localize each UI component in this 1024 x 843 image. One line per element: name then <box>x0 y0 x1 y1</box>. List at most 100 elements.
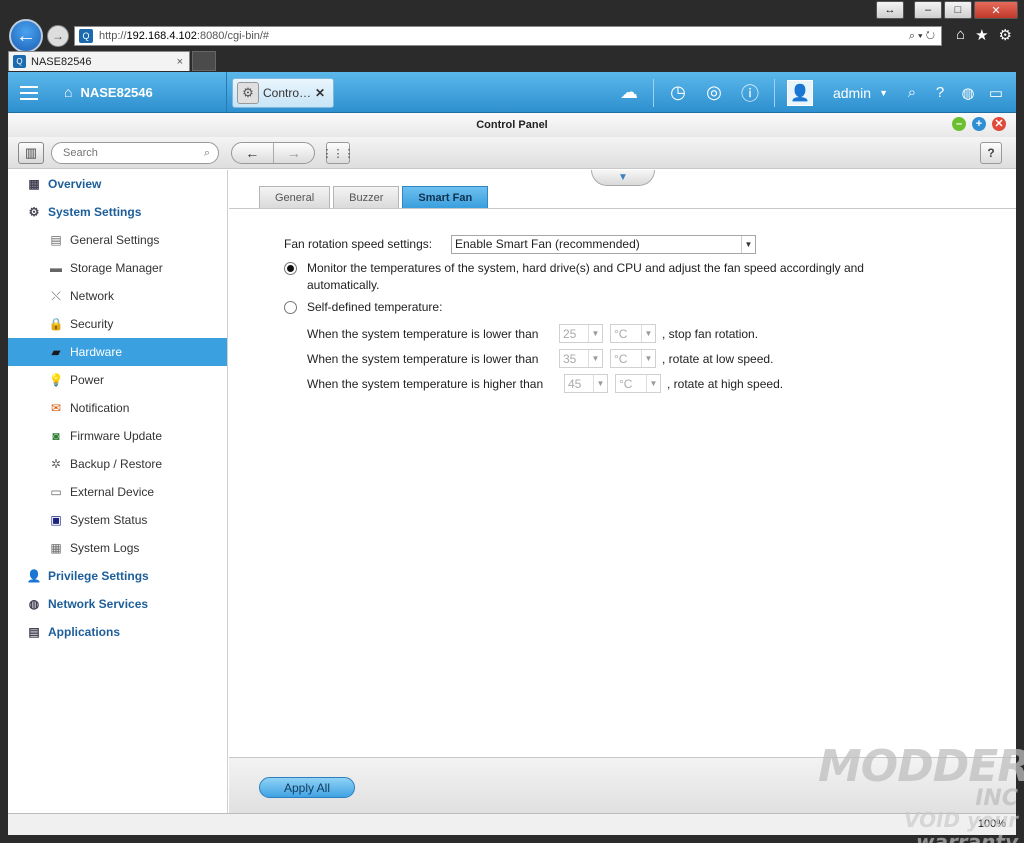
search-icon[interactable]: ⌕ <box>204 147 210 160</box>
sidebar-item-external-device[interactable]: ▭ External Device <box>8 478 227 506</box>
rule2-temp-value: 35 <box>563 351 577 366</box>
user-menu-chevron-icon[interactable]: ▼ <box>879 88 888 98</box>
rule1-temp-select[interactable]: 25 ▼ <box>559 324 603 343</box>
window-minimize-button[interactable]: – <box>952 117 966 131</box>
rule3-temp-select[interactable]: 45 ▼ <box>564 374 608 393</box>
hardware-board-icon: ▰ <box>51 345 61 359</box>
external-device-icon[interactable]: ◎ <box>696 82 732 103</box>
sidebar-item-storage-manager[interactable]: ▬ Storage Manager <box>8 254 227 282</box>
firmware-icon: ◙ <box>52 429 60 443</box>
back-button[interactable]: ← <box>232 143 273 163</box>
rule1-action: , stop fan rotation. <box>662 326 759 341</box>
forward-button[interactable]: → <box>272 143 315 163</box>
close-window-button[interactable]: ✕ <box>974 1 1018 19</box>
fan-speed-select[interactable]: Enable Smart Fan (recommended) ▼ <box>451 234 756 254</box>
maximize-button[interactable]: □ <box>944 1 972 19</box>
search-input[interactable] <box>63 147 189 159</box>
rule2-temp-select[interactable]: 35 ▼ <box>559 349 603 368</box>
search-box[interactable]: ⌕ <box>51 142 219 164</box>
sidebar-item-power[interactable]: 💡 Power <box>8 366 227 394</box>
new-tab-button[interactable] <box>192 51 216 71</box>
language-globe-icon[interactable]: ◍ <box>954 84 982 102</box>
favorites-star-icon[interactable]: ★ <box>975 26 988 44</box>
background-tasks-clock-icon[interactable]: ◷ <box>660 82 696 103</box>
sidebar-item-label: Network <box>70 289 115 303</box>
tab-general[interactable]: General <box>259 186 331 208</box>
self-defined-temperature-radio[interactable] <box>284 300 297 314</box>
rule2-unit-select[interactable]: °C ▼ <box>610 349 656 368</box>
smart-fan-form: Fan rotation speed settings: Enable Smar… <box>284 234 964 393</box>
window-close-button[interactable]: ✕ <box>992 117 1006 131</box>
home-icon[interactable]: ⌂ <box>956 26 965 44</box>
all-apps-button[interactable]: ⋮⋮⋮ <box>322 142 355 164</box>
main-pane: ▼ General Buzzer Smart Fan Fan rotation … <box>229 170 1016 813</box>
collapse-panel-chevron-down-icon[interactable]: ▼ <box>591 170 655 186</box>
zoom-level[interactable]: 100% <box>978 818 1006 830</box>
sidebar-item-network[interactable]: ⤬ Network <box>8 282 227 310</box>
sidebar-item-security[interactable]: 🔒 Security <box>8 310 227 338</box>
chevron-down-icon: ▼ <box>641 350 655 367</box>
monitor-icon: ▣ <box>50 513 62 527</box>
browser-tab[interactable]: Q NASE82546 × <box>8 51 190 71</box>
resize-button[interactable]: ↔ <box>876 1 904 19</box>
app-tab-control-panel[interactable]: ⚙ Contro… ✕ <box>232 78 334 108</box>
sidebar-item-hardware[interactable]: ▰ Hardware <box>8 338 227 366</box>
browser-tools: ⌂ ★ ⚙ <box>956 26 1012 44</box>
address-tools[interactable]: ⌕ ▾ ↻ <box>909 27 935 45</box>
browser-back-button[interactable]: ← <box>9 19 43 53</box>
url-scheme: http:// <box>99 30 127 42</box>
rule2-unit-value: °C <box>614 351 628 366</box>
help-button[interactable]: ? <box>980 142 1002 164</box>
settings-gear-icon[interactable]: ⚙ <box>999 26 1012 44</box>
sidebar-item-general-settings[interactable]: ▤ General Settings <box>8 226 227 254</box>
tab-smart-fan[interactable]: Smart Fan <box>402 186 489 208</box>
cloud-icon[interactable]: ☁ <box>611 82 647 103</box>
sidebar-item-network-services[interactable]: ◍ Network Services <box>8 590 227 618</box>
monitor-option-line2: automatically. <box>307 278 380 292</box>
browser-tab-close-button[interactable]: × <box>177 56 183 68</box>
sidebar-item-system-status[interactable]: ▣ System Status <box>8 506 227 534</box>
main-menu-button[interactable] <box>8 72 50 113</box>
browser-forward-button[interactable]: → <box>47 25 69 47</box>
rule1-temp-value: 25 <box>563 326 577 341</box>
sidebar-item-applications[interactable]: ▤ Applications <box>8 618 227 646</box>
apply-all-button[interactable]: Apply All <box>259 777 355 798</box>
search-icon[interactable]: ⌕ <box>898 84 926 101</box>
app-tab-close-button[interactable]: ✕ <box>315 86 325 100</box>
event-notification-info-icon[interactable]: ⓘ <box>732 80 768 106</box>
window-title: Control Panel <box>476 119 548 131</box>
dashboard-monitor-icon[interactable]: ▭ <box>982 84 1010 102</box>
sidebar-item-backup-restore[interactable]: ✲ Backup / Restore <box>8 450 227 478</box>
sidebar-item-firmware-update[interactable]: ◙ Firmware Update <box>8 422 227 450</box>
monitor-option-line1: Monitor the temperatures of the system, … <box>307 261 864 275</box>
sidebar-item-overview[interactable]: ▦ Overview <box>8 170 227 198</box>
rule3-unit-value: °C <box>619 376 633 391</box>
control-panel-window: Control Panel – + ✕ ▥ ⌕ ← → ⋮⋮⋮ ? ▦ <box>8 113 1016 813</box>
address-bar[interactable]: Q http:// 192.168.4.102 :8080/cgi-bin/# … <box>74 26 942 46</box>
user-avatar-icon[interactable]: 👤 <box>786 79 813 106</box>
sidebar-item-privilege-settings[interactable]: 👤 Privilege Settings <box>8 562 227 590</box>
rule1-unit-select[interactable]: °C ▼ <box>610 324 656 343</box>
sidebar-item-system-logs[interactable]: ▦ System Logs <box>8 534 227 562</box>
sidebar-item-label: System Status <box>70 513 148 527</box>
window-title-bar: Control Panel – + ✕ <box>8 113 1016 137</box>
window-maximize-button[interactable]: + <box>972 117 986 131</box>
sidebar-toggle-button[interactable]: ▥ <box>18 142 44 164</box>
sidebar-item-notification[interactable]: ✉ Notification <box>8 394 227 422</box>
network-icon: ⤬ <box>51 288 61 303</box>
monitor-temperature-radio[interactable] <box>284 262 297 275</box>
minimize-button[interactable]: – <box>914 1 942 19</box>
user-icon: 👤 <box>26 569 42 583</box>
home-link[interactable]: ⌂ NASE82546 <box>64 84 153 100</box>
rule3-unit-select[interactable]: °C ▼ <box>615 374 661 393</box>
tab-buzzer[interactable]: Buzzer <box>333 186 400 208</box>
sidebar-item-system-settings[interactable]: ⚙ System Settings <box>8 198 227 226</box>
control-panel-gear-icon: ⚙ <box>237 82 259 104</box>
applications-icon: ▤ <box>28 625 40 639</box>
help-icon[interactable]: ? <box>926 84 954 101</box>
tab-favicon-icon: Q <box>13 55 26 68</box>
rule1-unit-value: °C <box>614 326 628 341</box>
browser-status-bar: 100% <box>8 813 1016 835</box>
topbar-divider <box>652 78 654 107</box>
user-name[interactable]: admin <box>833 85 871 101</box>
